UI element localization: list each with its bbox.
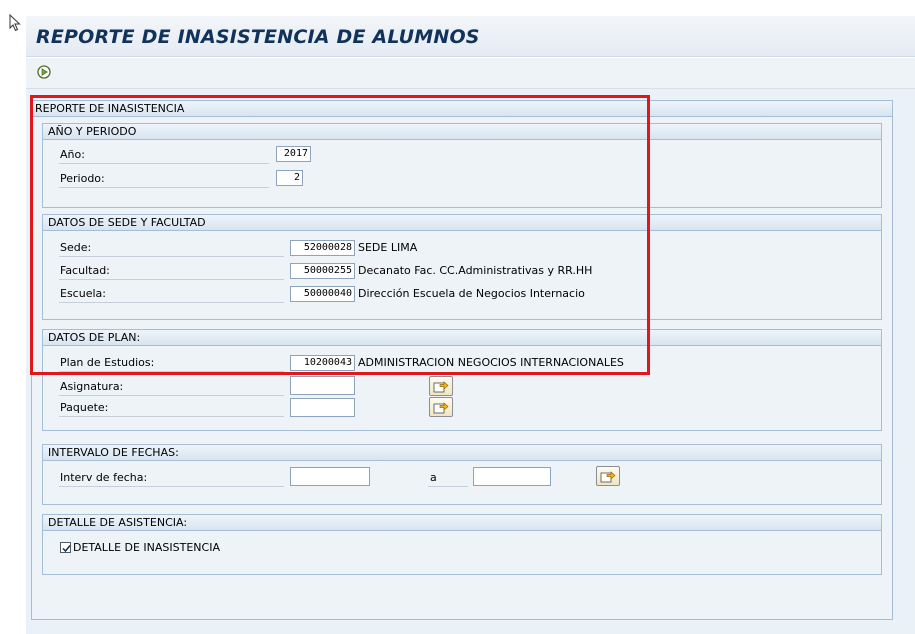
subject-field[interactable] xyxy=(290,376,355,395)
lookup-icon xyxy=(433,381,449,393)
study-plan-label: Plan de Estudios: xyxy=(60,356,155,369)
campus-faculty-group-header: DATOS DE SEDE Y FACULTAD xyxy=(43,215,881,231)
campus-field[interactable]: 52000028 xyxy=(290,240,355,256)
date-interval-label-underline xyxy=(59,486,284,487)
year-period-group: AÑO Y PERIODO xyxy=(42,123,882,208)
date-interval-label: Interv de fecha: xyxy=(60,471,148,484)
date-to-field[interactable] xyxy=(473,467,551,486)
date-range-group-header: INTERVALO DE FECHAS: xyxy=(43,445,881,461)
checkmark-icon xyxy=(62,545,71,553)
year-label-underline xyxy=(59,163,269,164)
date-to-label: a xyxy=(430,471,437,484)
faculty-description: Decanato Fac. CC.Administrativas y RR.HH xyxy=(358,264,593,277)
school-field[interactable]: 50000040 xyxy=(290,286,355,302)
year-field[interactable]: 2017 xyxy=(276,146,311,162)
year-period-group-header: AÑO Y PERIODO xyxy=(43,124,881,140)
date-range-group: INTERVALO DE FECHAS: xyxy=(42,444,882,505)
package-label-underline xyxy=(59,416,284,417)
study-plan-description: ADMINISTRACION NEGOCIOS INTERNACIONALES xyxy=(358,356,624,369)
execute-icon[interactable] xyxy=(36,64,52,80)
faculty-label: Facultad: xyxy=(60,264,110,277)
period-label: Periodo: xyxy=(60,172,105,185)
plan-group-header: DATOS DE PLAN: xyxy=(43,330,881,346)
campus-description: SEDE LIMA xyxy=(358,241,418,254)
campus-faculty-group-title: DATOS DE SEDE Y FACULTAD xyxy=(48,216,206,229)
campus-label: Sede: xyxy=(60,241,92,254)
plan-group-title: DATOS DE PLAN: xyxy=(48,331,141,344)
attendance-detail-group-title: DETALLE DE ASISTENCIA: xyxy=(48,516,188,529)
absence-detail-label: DETALLE DE INASISTENCIA xyxy=(73,541,220,554)
lookup-icon xyxy=(433,402,449,414)
study-plan-label-underline xyxy=(59,371,284,372)
subject-lookup-button[interactable] xyxy=(429,376,453,396)
date-from-field[interactable] xyxy=(290,467,370,486)
study-plan-field[interactable]: 10200043 xyxy=(290,355,355,371)
school-description: Dirección Escuela de Negocios Internacio xyxy=(358,287,585,300)
period-label-underline xyxy=(59,187,269,188)
year-label: Año: xyxy=(60,148,85,161)
date-to-label-underline xyxy=(428,486,468,487)
package-field[interactable] xyxy=(290,398,355,417)
subject-label: Asignatura: xyxy=(60,380,124,393)
report-group-title: REPORTE DE INASISTENCIA xyxy=(35,102,185,115)
campus-label-underline xyxy=(59,256,284,257)
toolbar xyxy=(26,58,915,89)
page-title: REPORTE DE INASISTENCIA DE ALUMNOS xyxy=(36,26,480,48)
attendance-detail-group-header: DETALLE DE ASISTENCIA: xyxy=(43,515,881,531)
date-range-group-title: INTERVALO DE FECHAS: xyxy=(48,446,179,459)
period-field[interactable]: 2 xyxy=(276,170,303,186)
absence-detail-checkbox[interactable] xyxy=(60,542,71,553)
faculty-field[interactable]: 50000255 xyxy=(290,263,355,279)
report-group-header: REPORTE DE INASISTENCIA xyxy=(32,101,892,117)
school-label-underline xyxy=(59,302,284,303)
school-label: Escuela: xyxy=(60,287,106,300)
faculty-label-underline xyxy=(59,279,284,280)
package-lookup-button[interactable] xyxy=(429,397,453,417)
date-range-lookup-button[interactable] xyxy=(596,466,620,486)
year-period-group-title: AÑO Y PERIODO xyxy=(48,125,137,138)
subject-label-underline xyxy=(59,395,284,396)
mouse-cursor-icon xyxy=(9,14,21,32)
lookup-icon xyxy=(600,471,616,483)
package-label: Paquete: xyxy=(60,401,109,414)
